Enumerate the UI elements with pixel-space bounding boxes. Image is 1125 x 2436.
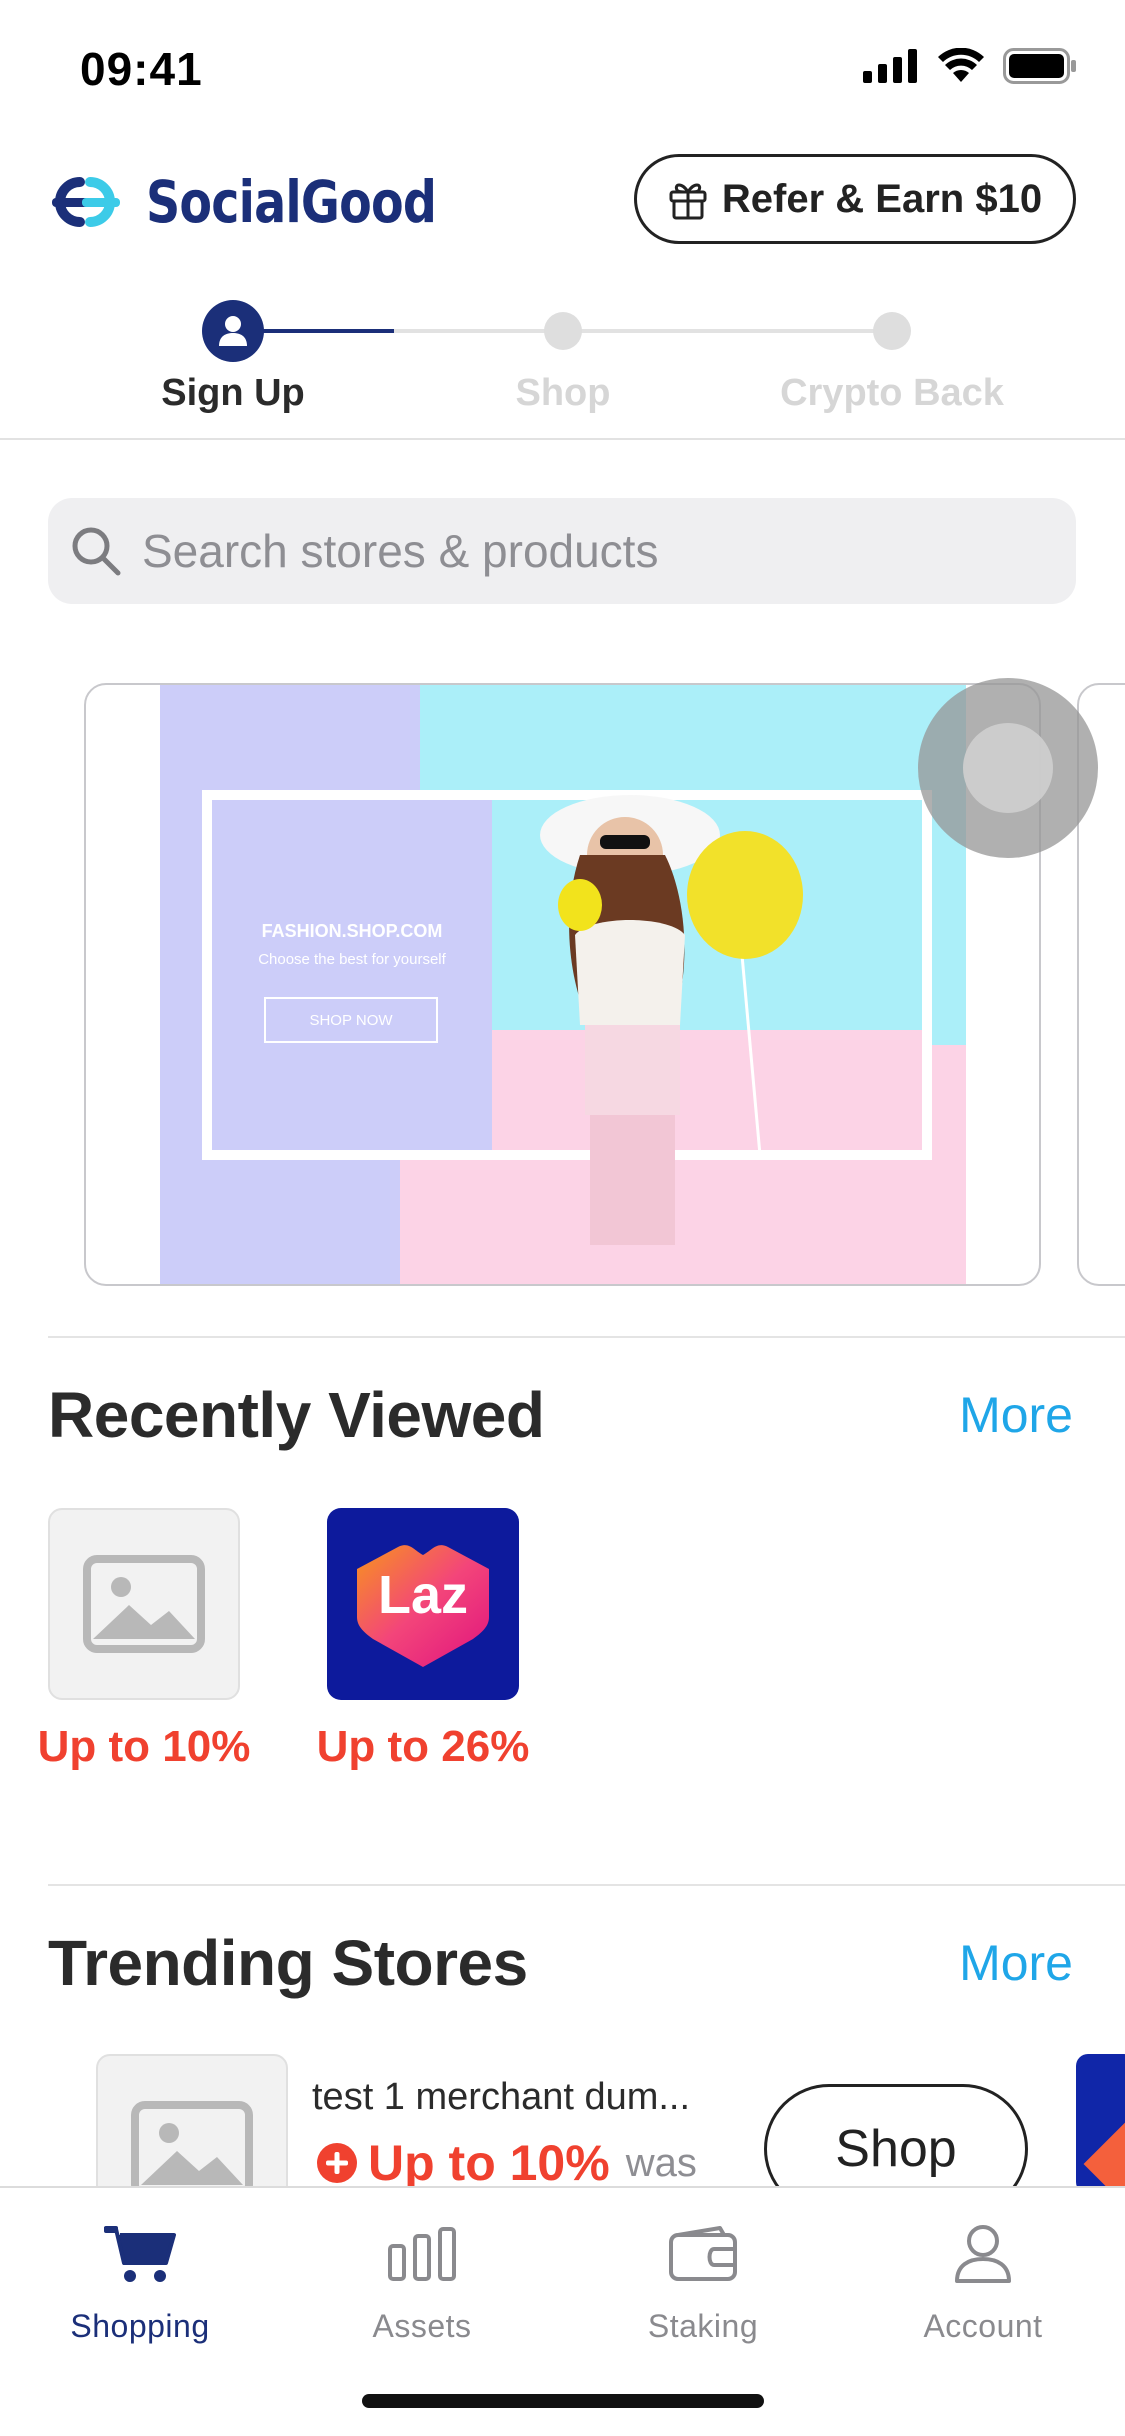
trending-store-next-item[interactable] [1076,2054,1125,2194]
banner-headline: FASHION.SHOP.COM [261,921,443,941]
search-input[interactable] [142,524,1022,578]
brand[interactable]: SocialGood [46,168,500,236]
cart-icon [104,2226,176,2282]
cashback-value: Up to 10% [368,2135,610,2191]
promo-banner-image: FASHION.SHOP.COM Choose the best for you… [160,685,966,1284]
store-name: test 1 merchant dum... [312,2076,691,2118]
step-label-crypto-back: Crypto Back [780,372,1004,414]
section-divider [48,1884,1125,1886]
tab-staking[interactable]: Staking [563,2214,843,2345]
step-label-shop: Shop [515,372,611,414]
trending-stores-title: Trending Stores [48,1927,528,1999]
bar-chart-icon [388,2227,456,2281]
cellular-signal-icon [863,49,917,83]
touch-indicator [918,678,1098,858]
tab-label: Account [923,2308,1043,2344]
header: SocialGood Refer & Earn $10 [0,150,1125,260]
section-divider [48,1336,1125,1338]
banner-tagline: Choose the best for yourself [258,951,446,968]
brand-name: SocialGood [146,168,437,236]
tab-label: Assets [372,2308,472,2344]
tab-account[interactable]: Account [843,2214,1123,2345]
tab-assets[interactable]: Assets [282,2214,562,2345]
socialgood-logo-icon [52,177,120,227]
wifi-icon [938,48,984,82]
wallet-icon [669,2226,737,2281]
store-thumbnail: Laz [327,1508,519,1700]
refer-earn-button[interactable]: Refer & Earn $10 [634,154,1076,244]
trending-store-row[interactable]: test 1 merchant dum... Up to 10% was Sho… [96,2054,1125,2246]
step-label-sign-up: Sign Up [161,372,305,414]
tab-shopping[interactable]: Shopping [0,2214,280,2345]
search-icon [72,527,121,576]
image-placeholder-icon [131,2101,253,2199]
battery-icon [1003,48,1076,84]
trending-stores-more-link[interactable]: More [959,1934,1073,1992]
recently-viewed-item[interactable]: Laz Up to 26% [317,1508,529,1771]
onboarding-stepper: Sign Up Shop Crypto Back [0,290,1125,440]
tab-label: Staking [647,2308,759,2344]
status-bar: 09:41 [0,0,1125,140]
recently-viewed-more-link[interactable]: More [959,1386,1073,1444]
status-icons [863,48,1077,84]
promo-banner-card[interactable]: FASHION.SHOP.COM Choose the best for you… [84,683,1041,1286]
tab-label: Shopping [70,2308,210,2344]
lazada-logo-text: Laz [377,1565,469,1625]
gift-icon [669,183,707,220]
banner-cta: SHOP NOW [264,997,438,1043]
step-dot-crypto-back [873,312,911,350]
lazada-logo-icon [1083,2121,1125,2194]
cashback-label: Up to 10% [37,1722,251,1771]
image-placeholder-icon [83,1555,205,1653]
store-cashback: Up to 10% was [316,2134,697,2192]
step-dot-sign-up [202,300,264,362]
refer-earn-label: Refer & Earn $10 [721,176,1043,221]
plus-circle-icon [317,2143,357,2183]
store-thumbnail [48,1508,240,1700]
was-label: was [625,2140,697,2185]
status-time: 09:41 [80,43,203,95]
home-indicator[interactable] [362,2394,764,2408]
step-dot-shop [544,312,582,350]
person-icon [219,316,247,346]
person-icon [955,2225,1011,2283]
recently-viewed-title: Recently Viewed [48,1379,545,1451]
cashback-label: Up to 26% [316,1722,530,1771]
step-track-line [394,329,892,333]
search-bar[interactable] [48,498,1076,604]
recently-viewed-item[interactable]: Up to 10% [38,1508,250,1771]
